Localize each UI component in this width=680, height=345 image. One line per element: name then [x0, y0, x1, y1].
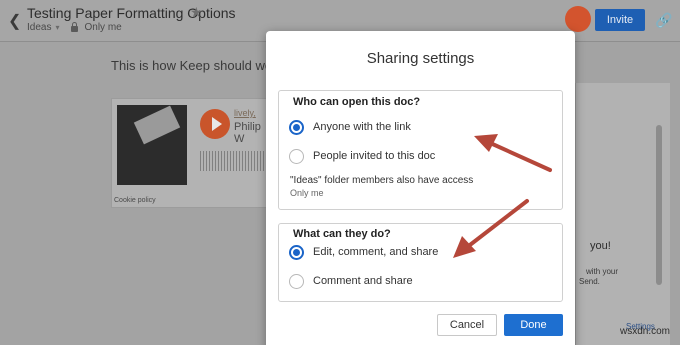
avatar[interactable]	[565, 6, 591, 32]
option-people-invited[interactable]: People invited to this doc	[289, 147, 435, 165]
option-anyone-with-link[interactable]: Anyone with the link	[289, 118, 411, 136]
cookie-policy-link[interactable]: Cookie policy	[114, 197, 156, 204]
right-panel-line2: Send.	[579, 277, 600, 286]
cancel-button[interactable]: Cancel	[437, 314, 497, 336]
what-can-they-do-legend: What can they do?	[293, 228, 391, 240]
option-label: Edit, comment, and share	[313, 246, 439, 258]
lock-icon	[71, 21, 79, 32]
what-can-they-do-group: What can they do? Edit, comment, and sha…	[278, 223, 563, 302]
radio-comment-share[interactable]	[289, 273, 304, 289]
right-panel: you! with your Send. Settings	[575, 83, 670, 345]
visibility-label: Only me	[84, 22, 122, 33]
folder-access-note: "Ideas" folder members also have access	[290, 175, 474, 186]
option-label: People invited to this doc	[313, 150, 436, 162]
dialog-title: Sharing settings	[366, 50, 475, 67]
option-comment-share[interactable]: Comment and share	[289, 272, 413, 290]
scrollbar[interactable]	[656, 125, 662, 285]
document-title[interactable]: Testing Paper Formatting Options	[27, 5, 236, 21]
folder-access-subnote: Only me	[290, 188, 324, 198]
watermark-text: wsxdn.com	[620, 326, 671, 337]
radio-people-invited[interactable]	[289, 148, 304, 164]
invite-button[interactable]: Invite	[595, 9, 645, 31]
breadcrumb: Ideas ▾ Only me	[27, 21, 122, 33]
media-artist: Philip W	[234, 121, 261, 145]
waveform[interactable]	[200, 151, 270, 171]
radio-edit-comment-share[interactable]	[289, 244, 304, 260]
folder-dropdown-icon[interactable]: ▾	[55, 23, 59, 32]
embedded-media-card[interactable]: lively, Philip W Cookie policy	[111, 98, 271, 208]
sharing-settings-dialog: Sharing settings Who can open this doc? …	[266, 31, 575, 345]
who-can-open-legend: Who can open this doc?	[293, 96, 421, 108]
option-edit-comment-share[interactable]: Edit, comment, and share	[289, 243, 438, 261]
star-icon[interactable]: ★	[190, 4, 203, 21]
right-panel-line1: with your	[586, 267, 619, 276]
link-icon[interactable]: 🔗	[655, 12, 672, 29]
option-label: Anyone with the link	[313, 121, 411, 133]
done-button[interactable]: Done	[504, 314, 563, 336]
radio-anyone-with-link[interactable]	[289, 119, 304, 135]
who-can-open-group: Who can open this doc? Anyone with the l…	[278, 90, 563, 210]
play-button[interactable]	[200, 109, 230, 139]
document-body-text: This is how Keep should work	[111, 58, 283, 73]
right-panel-heading: you!	[590, 240, 611, 252]
album-photo	[117, 105, 187, 185]
media-by-link[interactable]: lively,	[234, 108, 256, 118]
folder-link[interactable]: Ideas	[27, 22, 51, 33]
option-label: Comment and share	[313, 275, 413, 287]
back-arrow-icon[interactable]: ❮	[8, 11, 21, 31]
